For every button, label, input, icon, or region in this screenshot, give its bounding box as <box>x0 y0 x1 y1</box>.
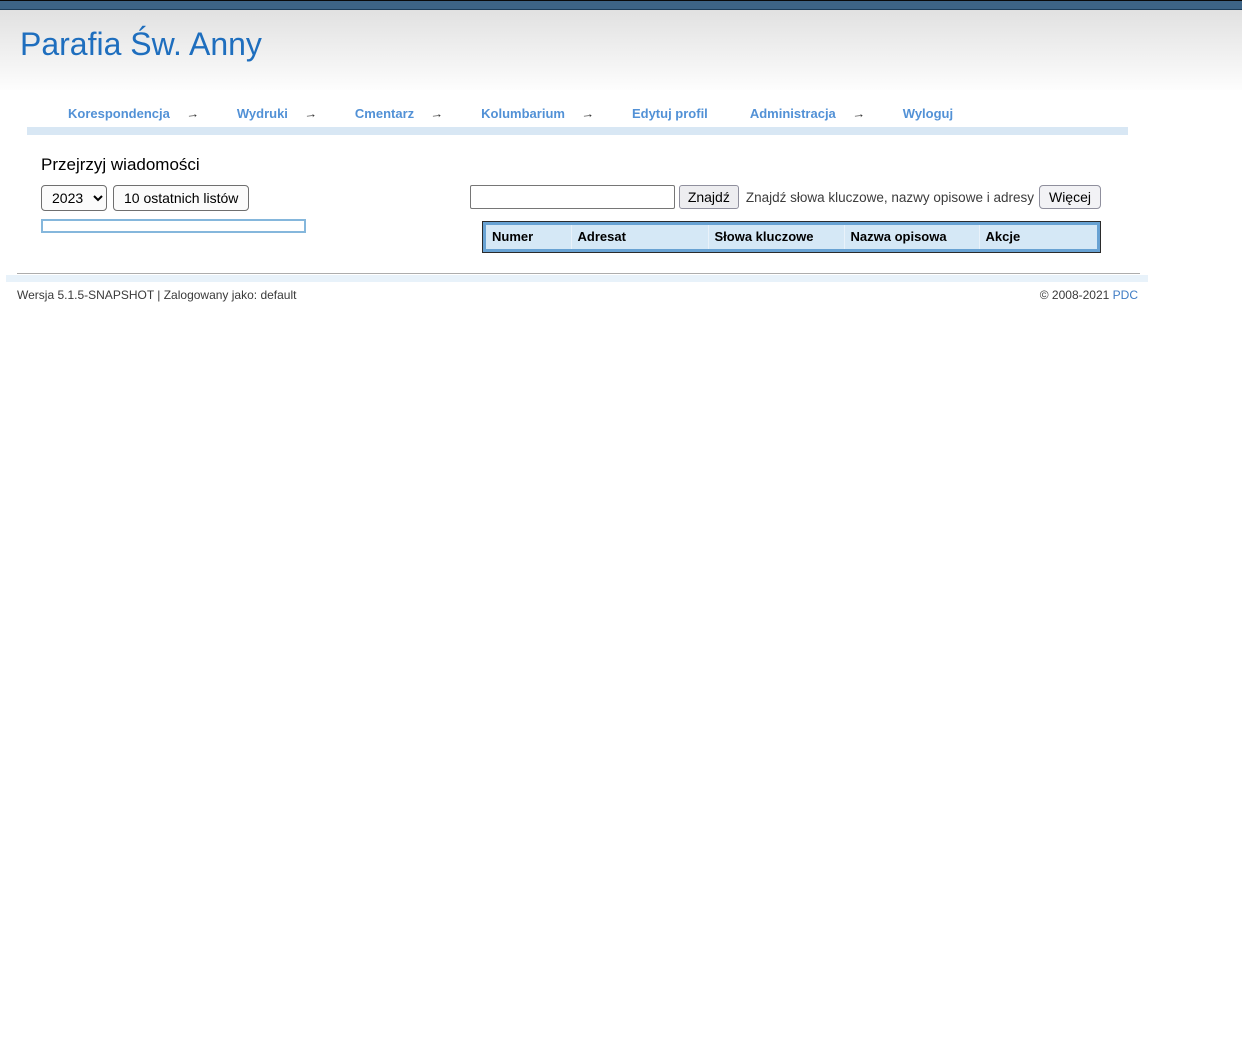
messages-table: Numer Adresat Słowa kluczowe Nazwa opiso… <box>486 225 1097 249</box>
table-header-row: Numer Adresat Słowa kluczowe Nazwa opiso… <box>486 225 1097 249</box>
arrow-right-icon: → <box>429 105 443 121</box>
search-input[interactable] <box>470 185 675 209</box>
menu-item-kolumbarium[interactable]: Kolumbarium <box>481 106 565 121</box>
controls-row: 2023 10 ostatnich listów Znajdź Znajdź s… <box>41 185 1101 211</box>
menu-item-korespondencja[interactable]: Korespondencja <box>68 106 170 121</box>
recent-letters-button[interactable]: 10 ostatnich listów <box>113 185 249 211</box>
find-button[interactable]: Znajdź <box>679 185 739 209</box>
version-status-text: Wersja 5.1.5-SNAPSHOT | Zalogowany jako:… <box>17 288 296 302</box>
page-footer: Wersja 5.1.5-SNAPSHOT | Zalogowany jako:… <box>0 273 1242 302</box>
menu-item-edytuj-profil[interactable]: Edytuj profil <box>632 106 708 121</box>
search-hint-text: Znajdź słowa kluczowe, nazwy opisowe i a… <box>746 190 1034 205</box>
arrow-right-icon: → <box>185 105 199 121</box>
menu-item-wydruki[interactable]: Wydruki <box>237 106 288 121</box>
left-controls: 2023 10 ostatnich listów <box>41 185 249 211</box>
footer-accent-strip <box>6 275 1148 282</box>
top-accent-bar <box>0 0 1242 10</box>
footer-divider <box>17 273 1140 274</box>
main-content: Przejrzyj wiadomości 2023 10 ostatnich l… <box>41 155 1101 253</box>
more-button[interactable]: Więcej <box>1039 185 1101 209</box>
pdc-link[interactable]: PDC <box>1113 288 1138 302</box>
filter-input[interactable] <box>41 219 306 233</box>
menubar-underline-strip <box>27 127 1128 135</box>
messages-table-frame: Numer Adresat Słowa kluczowe Nazwa opiso… <box>482 221 1101 253</box>
arrow-right-icon: → <box>851 105 865 121</box>
column-header-slowa-kluczowe: Słowa kluczowe <box>708 225 844 249</box>
column-header-numer: Numer <box>486 225 571 249</box>
menu-item-cmentarz[interactable]: Cmentarz <box>355 106 414 121</box>
arrow-right-icon: → <box>303 105 317 121</box>
arrow-right-icon: → <box>580 105 594 121</box>
footer-text-row: Wersja 5.1.5-SNAPSHOT | Zalogowany jako:… <box>17 288 1138 302</box>
column-header-adresat: Adresat <box>571 225 708 249</box>
page-title: Przejrzyj wiadomości <box>41 155 1101 175</box>
site-title: Parafia Św. Anny <box>20 10 1242 63</box>
column-header-akcje: Akcje <box>979 225 1097 249</box>
menu-item-administracja[interactable]: Administracja <box>750 106 836 121</box>
menu-item-wyloguj[interactable]: Wyloguj <box>903 106 953 121</box>
search-controls: Znajdź Znajdź słowa kluczowe, nazwy opis… <box>470 185 1101 209</box>
main-menubar: Korespondencja → Wydruki → Cmentarz → Ko… <box>68 104 1242 122</box>
page-header: Parafia Św. Anny <box>0 10 1242 90</box>
year-select[interactable]: 2023 <box>41 185 107 211</box>
copyright-text: © 2008-2021 PDC <box>1040 288 1138 302</box>
column-header-nazwa-opisowa: Nazwa opisowa <box>844 225 979 249</box>
results-row: Numer Adresat Słowa kluczowe Nazwa opiso… <box>41 219 1101 253</box>
